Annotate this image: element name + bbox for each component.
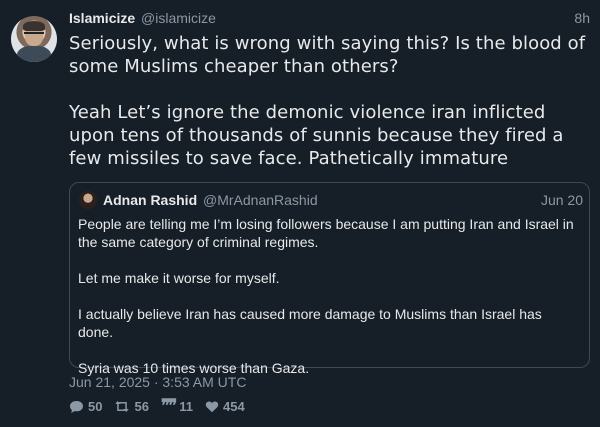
avatar-hair <box>23 21 45 31</box>
reply-stat[interactable]: 50 <box>69 399 102 414</box>
tweet: Islamicize @islamicize 8h Seriously, wha… <box>0 0 600 427</box>
quote-stat[interactable]: ❞❞ 11 <box>160 396 193 416</box>
quoted-header: Adnan Rashid @MrAdnanRashid Jun 20 <box>103 191 583 209</box>
tweet-text: Seriously, what is wrong with saying thi… <box>69 32 589 170</box>
heart-icon <box>205 401 219 413</box>
quoted-date[interactable]: Jun 20 <box>541 191 583 209</box>
avatar-suit <box>17 46 51 62</box>
quoted-handle[interactable]: @MrAdnanRashid <box>203 192 318 208</box>
retweet-icon <box>115 401 130 412</box>
quoted-paragraph: People are telling me I’m losing followe… <box>78 216 574 250</box>
avatar[interactable] <box>11 16 57 62</box>
quote-icon: ❞❞ <box>160 396 177 416</box>
tweet-paragraph: Seriously, what is wrong with saying thi… <box>69 33 586 77</box>
quoted-display-name[interactable]: Adnan Rashid <box>103 192 197 208</box>
like-stat[interactable]: 454 <box>205 399 245 414</box>
tweet-paragraph: Yeah Let’s ignore the demonic violence i… <box>69 102 564 169</box>
avatar-glasses <box>24 32 44 39</box>
quoted-tweet[interactable]: Adnan Rashid @MrAdnanRashid Jun 20 Peopl… <box>69 182 590 376</box>
tweet-stats: 50 56 ❞❞ 11 454 <box>69 396 257 416</box>
handle[interactable]: @islamicize <box>141 10 216 26</box>
quoted-paragraph: I actually believe Iran has caused more … <box>78 306 542 340</box>
quoted-avatar[interactable] <box>79 191 97 209</box>
quote-count: 11 <box>179 399 193 414</box>
relative-time[interactable]: 8h <box>574 10 590 26</box>
like-count: 454 <box>222 399 245 414</box>
quoted-paragraph: Let me make it worse for myself. <box>78 270 280 286</box>
tweet-header: Islamicize @islamicize 8h <box>69 10 590 28</box>
quoted-text: People are telling me I’m losing followe… <box>78 215 578 377</box>
comment-icon <box>70 400 83 413</box>
tweet-timestamp[interactable]: Jun 21, 2025 · 3:53 AM UTC <box>69 374 246 390</box>
retweet-count: 56 <box>134 399 149 414</box>
reply-count: 50 <box>88 399 103 414</box>
display-name[interactable]: Islamicize <box>69 10 135 26</box>
retweet-stat[interactable]: 56 <box>114 399 149 414</box>
